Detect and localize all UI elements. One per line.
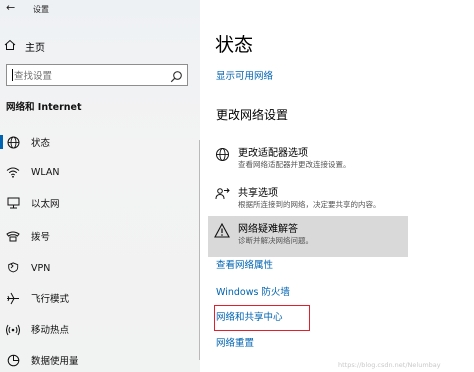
option-description: 根据所连接到的网络，决定要共享的内容。 xyxy=(238,200,381,209)
highlight-box xyxy=(214,305,310,331)
option-description: 诊断并解决网络问题。 xyxy=(238,236,313,245)
sidebar-item-status[interactable]: 状态 xyxy=(0,131,200,153)
network-reset-link[interactable]: 网络重置 xyxy=(216,335,254,349)
search-placeholder: 查找设置 xyxy=(14,71,53,82)
sidebar-item-dialup[interactable]: 拨号 xyxy=(0,225,200,247)
sharing-icon xyxy=(214,186,230,202)
search-icon[interactable] xyxy=(170,68,183,87)
home-label: 主页 xyxy=(25,42,45,54)
option-title: 共享选项 xyxy=(238,188,278,199)
hotspot-icon xyxy=(6,323,20,336)
section-title: 网络和 Internet xyxy=(6,102,82,113)
data-usage-icon xyxy=(6,354,20,367)
sidebar-item-label: 飞行模式 xyxy=(31,294,70,305)
show-available-networks-link[interactable]: 显示可用网络 xyxy=(216,68,273,82)
windows-firewall-link[interactable]: Windows 防火墙 xyxy=(216,284,290,298)
search-input[interactable]: 查找设置 xyxy=(6,64,188,86)
sidebar-item-vpn[interactable]: VPN xyxy=(0,257,200,279)
change-network-settings-heading: 更改网络设置 xyxy=(216,108,289,122)
text-cursor xyxy=(12,69,13,81)
adapter-icon xyxy=(214,146,230,162)
sidebar-item-mobile-hotspot[interactable]: 移动热点 xyxy=(0,318,200,340)
watermark: https://blog.csdn.net/Nelumbay xyxy=(338,361,441,369)
sidebar-item-wlan[interactable]: WLAN xyxy=(0,161,200,183)
home-icon xyxy=(4,39,16,54)
option-title: 更改适配器选项 xyxy=(238,148,308,159)
page-title: 状态 xyxy=(215,34,254,56)
warning-icon xyxy=(214,222,230,238)
sidebar-item-label: 状态 xyxy=(31,138,51,149)
sidebar-item-label: WLAN xyxy=(31,166,60,178)
dialup-icon xyxy=(6,230,20,242)
content-pane: 状态 显示可用网络 更改网络设置 更改适配器选项 查看网络适配器并更改连接设置。… xyxy=(200,0,474,372)
option-title: 网络疑难解答 xyxy=(238,224,298,235)
option-description: 查看网络适配器并更改连接设置。 xyxy=(238,160,351,169)
ethernet-icon xyxy=(6,197,20,209)
wifi-icon xyxy=(6,166,20,178)
sidebar-item-label: 拨号 xyxy=(31,232,51,243)
sidebar-item-ethernet[interactable]: 以太网 xyxy=(0,192,200,214)
view-network-properties-link[interactable]: 查看网络属性 xyxy=(216,257,273,271)
sidebar-item-label: 以太网 xyxy=(31,199,60,210)
sidebar-item-airplane-mode[interactable]: 飞行模式 xyxy=(0,287,200,309)
sidebar-item-label: 移动热点 xyxy=(31,325,70,336)
window-title: 设置 xyxy=(33,5,49,14)
home-nav-item[interactable]: 主页 xyxy=(4,38,45,54)
back-button[interactable]: ← xyxy=(6,1,15,14)
sidebar-item-label: VPN xyxy=(31,262,51,274)
network-troubleshooter[interactable]: 网络疑难解答 诊断并解决网络问题。 xyxy=(208,216,408,257)
navigation-pane: ← 设置 主页 查找设置 网络和 Internet 状态 WLAN 以太网 拨号… xyxy=(0,0,200,372)
sidebar-item-label: 数据使用量 xyxy=(31,356,79,367)
sidebar-item-data-usage[interactable]: 数据使用量 xyxy=(0,349,200,371)
vpn-icon xyxy=(6,262,20,274)
airplane-icon xyxy=(6,292,20,305)
globe-icon xyxy=(6,136,20,149)
